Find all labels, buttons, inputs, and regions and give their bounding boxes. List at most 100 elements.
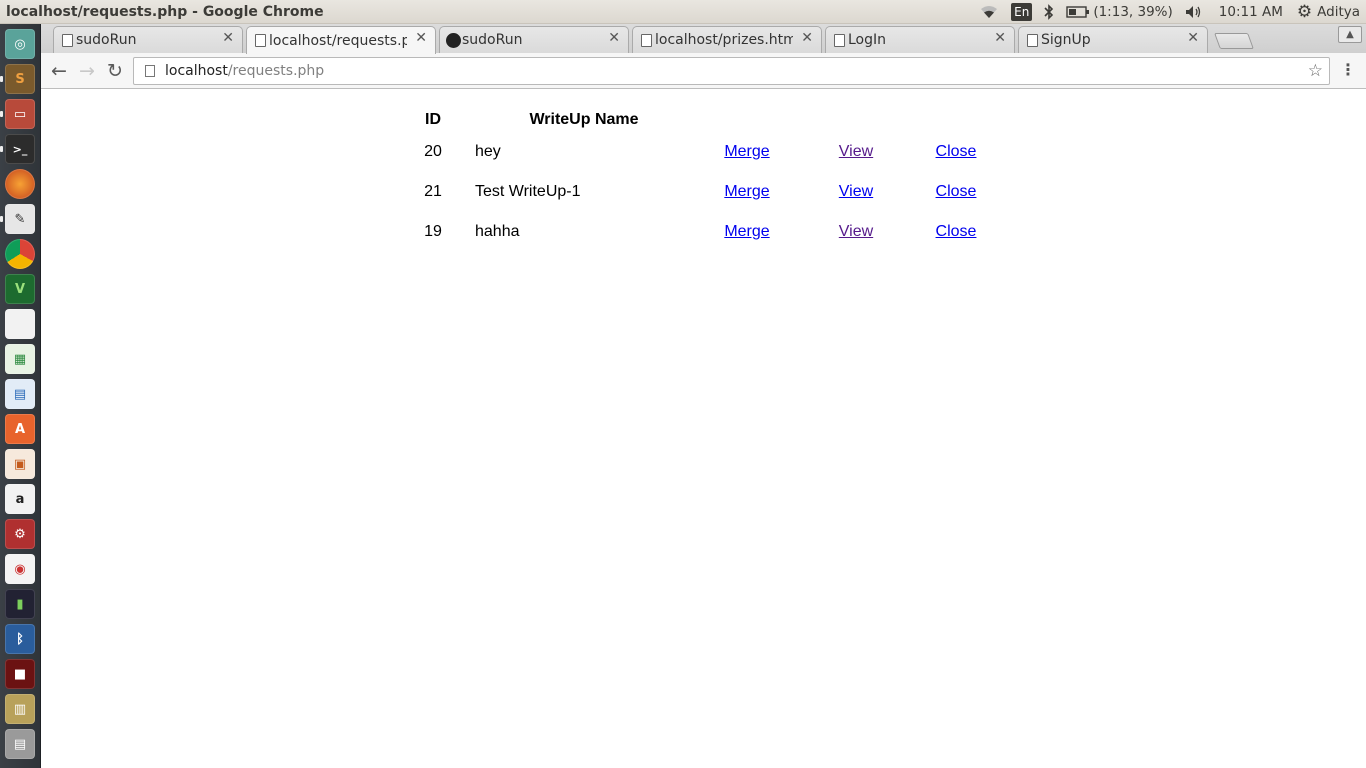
tab-label: localhost/prizes.html — [655, 32, 793, 48]
close-link[interactable]: Close — [936, 143, 977, 160]
merge-link[interactable]: Merge — [724, 223, 769, 240]
keyboard-layout-indicator[interactable]: En — [1011, 2, 1033, 21]
tab-label: sudoRun — [462, 32, 523, 48]
files-icon[interactable]: ▭ — [5, 99, 35, 129]
launcher: ◎ S ▭ >_ ✎ V ▦ ▤ A ▣ a ⚙ ◉ ▮ ᛒ ■ ▥ ▤ — [0, 24, 41, 768]
view-link[interactable]: View — [839, 143, 873, 160]
column-header-close — [911, 108, 1001, 132]
tab-prizes[interactable]: localhost/prizes.html ✕ — [632, 26, 822, 53]
battery-text: (1:13, 39%) — [1093, 3, 1173, 20]
close-icon[interactable]: ✕ — [415, 30, 427, 46]
volume-icon[interactable] — [1185, 0, 1203, 24]
close-icon[interactable]: ✕ — [1187, 30, 1199, 46]
row-id: 19 — [424, 223, 442, 240]
trash-icon[interactable]: ▤ — [5, 729, 35, 759]
bluetooth-icon[interactable]: ᛒ — [5, 624, 35, 654]
tab-label: localhost/requests.php — [269, 32, 407, 49]
page-icon — [641, 34, 652, 47]
terminal-icon[interactable]: >_ — [5, 134, 35, 164]
amazon-icon[interactable]: a — [5, 484, 35, 514]
address-bar[interactable]: localhost/requests.php ☆ — [133, 57, 1330, 85]
media-icon[interactable]: ■ — [5, 659, 35, 689]
tab-strip: sudoRun ✕ localhost/requests.php ✕ sudoR… — [41, 24, 1366, 54]
top-panel: localhost/requests.php - Google Chrome E… — [0, 0, 1366, 24]
table-row: 21 Test WriteUp-1 Merge View Close — [405, 172, 1001, 212]
running-pip — [0, 76, 3, 82]
row-id: 21 — [424, 183, 442, 200]
column-header-view — [801, 108, 911, 132]
recorder-icon[interactable]: ◉ — [5, 554, 35, 584]
merge-link[interactable]: Merge — [724, 183, 769, 200]
close-link[interactable]: Close — [936, 183, 977, 200]
battery-app-icon[interactable]: ▮ — [5, 589, 35, 619]
row-name: hey — [475, 143, 501, 160]
requests-table: ID WriteUp Name 20 hey Merge View Close … — [405, 108, 1001, 252]
page-content: ID WriteUp Name 20 hey Merge View Close … — [41, 90, 1366, 768]
impress-icon[interactable]: ▣ — [5, 449, 35, 479]
indicator-area: En (1:13, 39%) 10:11 AM ⚙ Aditya — [967, 0, 1366, 24]
tab-label: LogIn — [848, 32, 887, 48]
close-icon[interactable]: ✕ — [994, 30, 1006, 46]
table-header-row: ID WriteUp Name — [405, 108, 1001, 132]
reload-icon[interactable]: ↻ — [104, 60, 126, 82]
column-header-name: WriteUp Name — [529, 111, 639, 128]
table-row: 19 hahha Merge View Close — [405, 212, 1001, 252]
merge-link[interactable]: Merge — [724, 143, 769, 160]
profile-icon[interactable]: ▲ — [1338, 26, 1362, 43]
clock[interactable]: 10:11 AM — [1219, 0, 1283, 24]
new-tab-button[interactable] — [1214, 33, 1254, 49]
url-path: /requests.php — [227, 63, 325, 79]
row-name: Test WriteUp-1 — [475, 183, 581, 200]
chrome-icon[interactable] — [5, 239, 35, 269]
firefox-icon[interactable] — [5, 169, 35, 199]
tab-login[interactable]: LogIn ✕ — [825, 26, 1015, 53]
tab-label: sudoRun — [76, 32, 137, 48]
page-icon — [1027, 34, 1038, 47]
running-pip — [0, 111, 3, 117]
system-settings-icon[interactable]: ⚙ — [5, 519, 35, 549]
battery-indicator[interactable]: (1:13, 39%) — [1066, 0, 1173, 24]
page-icon — [834, 34, 845, 47]
bookmark-star-icon[interactable]: ☆ — [1308, 61, 1323, 81]
view-link[interactable]: View — [839, 223, 873, 240]
software-center-icon[interactable]: A — [5, 414, 35, 444]
back-arrow-icon[interactable]: ← — [48, 60, 70, 82]
menu-icon[interactable]: ⋮ — [1340, 60, 1356, 79]
page-icon — [255, 34, 266, 47]
running-pip — [0, 216, 3, 222]
dash-icon[interactable]: ◎ — [5, 29, 35, 59]
bluetooth-icon[interactable] — [1044, 0, 1054, 24]
session-menu[interactable]: ⚙ Aditya — [1297, 0, 1360, 24]
forward-arrow-icon[interactable]: → — [76, 60, 98, 82]
wifi-icon[interactable] — [979, 0, 999, 24]
tab-sudorun-1[interactable]: sudoRun ✕ — [53, 26, 243, 53]
table-row: 20 hey Merge View Close — [405, 132, 1001, 172]
tab-signup[interactable]: SignUp ✕ — [1018, 26, 1208, 53]
vim-icon[interactable]: V — [5, 274, 35, 304]
close-icon[interactable]: ✕ — [608, 30, 620, 46]
tab-requests[interactable]: localhost/requests.php ✕ — [246, 26, 436, 54]
close-icon[interactable]: ✕ — [222, 30, 234, 46]
github-icon — [446, 33, 461, 48]
writer-icon[interactable]: ▤ — [5, 379, 35, 409]
tab-label: SignUp — [1041, 32, 1091, 48]
user-name: Aditya — [1317, 3, 1360, 20]
column-header-id: ID — [425, 111, 441, 128]
battery-icon — [1066, 5, 1090, 18]
spreadsheet-icon[interactable]: ▦ — [5, 344, 35, 374]
row-name: hahha — [475, 223, 520, 240]
tab-sudorun-github[interactable]: sudoRun ✕ — [439, 26, 629, 53]
view-link[interactable]: View — [839, 183, 873, 200]
page-icon — [62, 34, 73, 47]
close-link[interactable]: Close — [936, 223, 977, 240]
gear-icon: ⚙ — [1296, 1, 1313, 22]
close-icon[interactable]: ✕ — [801, 30, 813, 46]
browser-toolbar: ← → ↻ localhost/requests.php ☆ ⋮ — [41, 53, 1366, 89]
document-icon[interactable] — [5, 309, 35, 339]
column-header-merge — [693, 108, 801, 132]
text-editor-icon[interactable]: ✎ — [5, 204, 35, 234]
url-host: localhost — [165, 63, 228, 79]
window-title: localhost/requests.php - Google Chrome — [6, 3, 324, 20]
sublime-text-icon[interactable]: S — [5, 64, 35, 94]
archive-icon[interactable]: ▥ — [5, 694, 35, 724]
